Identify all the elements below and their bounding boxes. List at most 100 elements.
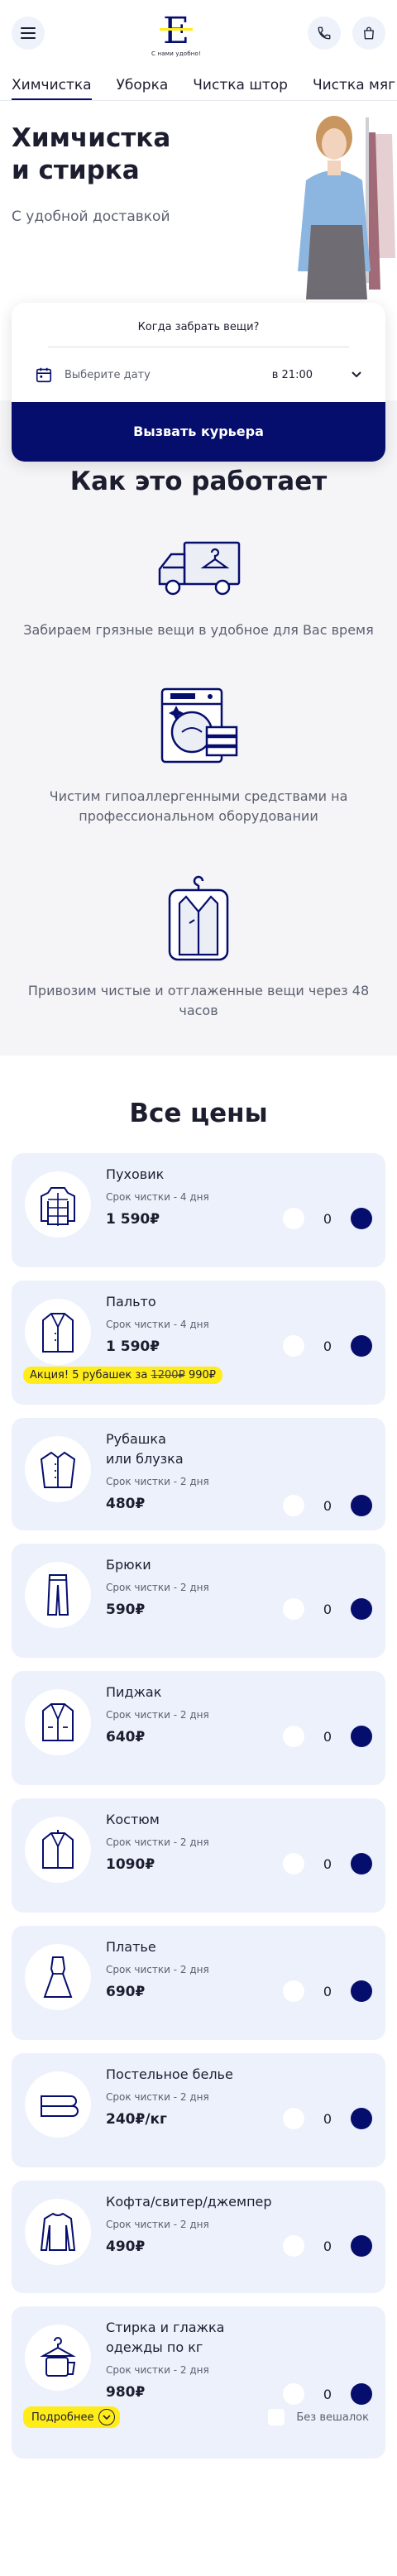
increase-button[interactable] — [351, 2108, 372, 2129]
calendar-icon — [36, 367, 52, 383]
jacket-icon — [42, 1703, 74, 1741]
decrease-button[interactable] — [283, 1853, 304, 1875]
down-jacket-thumbnail — [25, 1171, 91, 1238]
quantity-stepper: 0 — [283, 2108, 372, 2129]
item-name-line2: или блузка — [106, 1451, 184, 1467]
call-button[interactable] — [308, 17, 341, 50]
call-courier-button[interactable]: Вызвать курьера — [12, 402, 385, 462]
decrease-button[interactable] — [283, 2108, 304, 2129]
quantity-stepper: 0 — [283, 1598, 372, 1620]
hero: Химчистка и стирка С удобной доставкой — [0, 101, 397, 299]
price-card-trousers: Брюки Срок чистки - 2 дня 590₽ 0 — [12, 1544, 385, 1658]
quantity-value: 0 — [323, 1497, 332, 1514]
quantity-value: 0 — [323, 1728, 332, 1745]
price-card-down-jacket: Пуховик Срок чистки - 4 дня 1 590₽ 0 — [12, 1153, 385, 1267]
decrease-button[interactable] — [283, 1980, 304, 2002]
menu-button[interactable] — [12, 17, 45, 50]
increase-button[interactable] — [351, 2383, 372, 2405]
step-delivery-text: Привозим чистые и отглаженные вещи через… — [27, 983, 370, 1018]
price-list: Все цены Пуховик Срок чистки - 4 дня 1 5… — [0, 1056, 397, 2488]
quantity-value: 0 — [323, 2238, 332, 2254]
decrease-button[interactable] — [283, 1495, 304, 1516]
phone-icon — [318, 26, 331, 40]
item-name: Пуховик — [106, 1166, 165, 1182]
service-tabs: Химчистка Уборка Чистка штор Чистка мяг — [0, 66, 397, 101]
item-term: Срок чистки - 4 дня — [106, 1191, 209, 1203]
promo-badge: Акция! 5 рубашек за 1200₽ 990₽ — [23, 1367, 223, 1384]
tab-upholstery-cleaning[interactable]: Чистка мяг — [313, 77, 395, 100]
no-hangers-option[interactable]: Без вешалок — [268, 2409, 369, 2425]
price-card-coat: Пальто Срок чистки - 4 дня 1 590₽ 0 Акци… — [12, 1281, 385, 1405]
decrease-button[interactable] — [283, 2235, 304, 2257]
logo[interactable]: E С нами удобно! — [143, 10, 209, 57]
item-name: Постельное белье — [106, 2066, 233, 2082]
quantity-value: 0 — [323, 1983, 332, 1999]
item-extra-row: Подробнее Без вешалок — [23, 2401, 385, 2434]
tab-cleaning[interactable]: Уборка — [117, 77, 169, 100]
order-form: Когда забрать вещи? Выберите дату в 21:0… — [12, 303, 385, 462]
decrease-button[interactable] — [283, 1335, 304, 1357]
quantity-stepper: 0 — [283, 1495, 372, 1516]
time-select[interactable]: в 21:00 — [272, 369, 313, 381]
laundry-thumbnail — [25, 2325, 91, 2391]
dress-thumbnail — [25, 1944, 91, 2010]
laundry-hanger-icon — [40, 2337, 76, 2377]
price-card-suit: Костюм Срок чистки - 2 дня 1090₽ 0 — [12, 1798, 385, 1913]
decrease-button[interactable] — [283, 1726, 304, 1747]
trousers-thumbnail — [25, 1562, 91, 1628]
quantity-value: 0 — [323, 1855, 332, 1872]
decrease-button[interactable] — [283, 2383, 304, 2405]
price-card-jacket: Пиджак Срок чистки - 2 дня 640₽ 0 — [12, 1671, 385, 1785]
cart-button[interactable] — [352, 17, 385, 50]
increase-button[interactable] — [351, 1208, 372, 1229]
price-card-sweater: Кофта/свитер/джемпер Срок чистки - 2 дня… — [12, 2181, 385, 2293]
increase-button[interactable] — [351, 1853, 372, 1875]
item-name: Брюки — [106, 1557, 151, 1573]
suit-icon — [42, 1830, 74, 1869]
quantity-value: 0 — [323, 1210, 332, 1227]
increase-button[interactable] — [351, 1980, 372, 2002]
item-name-line2: одежды по кг — [106, 2339, 203, 2355]
tab-curtain-cleaning[interactable]: Чистка штор — [193, 77, 288, 100]
shirt-icon — [40, 1451, 76, 1488]
more-details-button[interactable]: Подробнее — [23, 2406, 121, 2428]
suit-bag-icon — [168, 875, 229, 961]
price-card-dress: Платье Срок чистки - 2 дня 690₽ 0 — [12, 1926, 385, 2040]
shirt-thumbnail — [25, 1436, 91, 1502]
quantity-stepper: 0 — [283, 1335, 372, 1357]
tab-dry-cleaning[interactable]: Химчистка — [12, 77, 92, 100]
chevron-down-icon — [98, 2409, 116, 2425]
decrease-button[interactable] — [283, 1598, 304, 1620]
decrease-button[interactable] — [283, 1208, 304, 1229]
date-time-picker[interactable]: Выберите дату в 21:00 — [12, 347, 385, 402]
item-term: Срок чистки - 2 дня — [106, 2364, 209, 2376]
item-name: Костюм — [106, 1812, 160, 1827]
increase-button[interactable] — [351, 1335, 372, 1357]
item-name: Стирка и глажка одежды по кг — [106, 2318, 385, 2358]
more-details-label: Подробнее — [31, 2411, 94, 2424]
quantity-stepper: 0 — [283, 1208, 372, 1229]
hero-subtitle: С удобной доставкой — [12, 208, 170, 225]
dress-icon — [43, 1956, 73, 1998]
quantity-stepper: 0 — [283, 1726, 372, 1747]
increase-button[interactable] — [351, 1495, 372, 1516]
step-pickup-text: Забираем грязные вещи в удобное для Вас … — [23, 622, 374, 638]
date-select[interactable]: Выберите дату — [65, 369, 272, 381]
price-card-bed-linen: Постельное белье Срок чистки - 2 дня 240… — [12, 2053, 385, 2167]
quantity-value: 0 — [323, 1601, 332, 1617]
bed-linen-thumbnail — [25, 2071, 91, 2138]
increase-button[interactable] — [351, 1726, 372, 1747]
trousers-icon — [46, 1574, 69, 1616]
chevron-down-icon[interactable] — [351, 371, 362, 379]
quantity-stepper: 0 — [283, 2235, 372, 2257]
item-term: Срок чистки - 2 дня — [106, 1964, 209, 1975]
increase-button[interactable] — [351, 1598, 372, 1620]
delivery-truck-icon — [158, 541, 241, 596]
item-name: Пиджак — [106, 1684, 162, 1700]
increase-button[interactable] — [351, 2235, 372, 2257]
promo-new-price: 990₽ — [188, 1369, 217, 1381]
logo-slogan: С нами удобно! — [151, 50, 202, 57]
hero-woman-image — [298, 116, 395, 299]
item-name-line1: Стирка и глажка — [106, 2320, 225, 2335]
no-hangers-checkbox[interactable] — [268, 2409, 285, 2425]
